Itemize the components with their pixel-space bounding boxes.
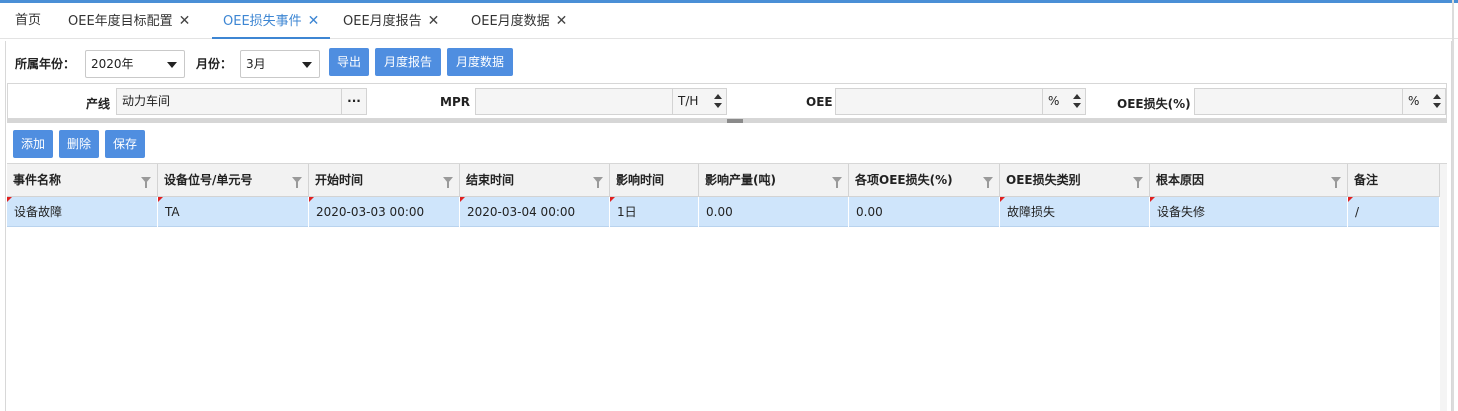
table-cell[interactable]: 故障损失 [1000, 197, 1150, 227]
tab-bar: 首页 OEE年度目标配置 ✕ OEE损失事件 ✕ OEE月度报告 ✕ OEE月度数据 ✕ [0, 3, 1458, 39]
spinner-icon[interactable] [714, 94, 722, 109]
oee-unit: % [1042, 89, 1085, 114]
table-cell[interactable]: 2020-03-04 00:00 [460, 197, 610, 227]
tab-label: OEE月度报告 [343, 14, 422, 29]
column-header[interactable]: 影响时间 [610, 164, 699, 197]
tab-label: OEE月度数据 [471, 14, 550, 29]
oee-loss-field[interactable]: % [1194, 88, 1446, 115]
year-label: 所属年份： [15, 57, 76, 71]
monthly-data-button[interactable]: 月度数据 [447, 48, 513, 76]
oee-loss-label: OEE损失(%) [1117, 97, 1191, 111]
tab-label: OEE年度目标配置 [68, 14, 173, 29]
filter-icon[interactable] [983, 177, 993, 188]
changed-marker-icon [158, 197, 163, 202]
table-cell[interactable]: 设备失修 [1150, 197, 1348, 227]
changed-marker-icon [7, 197, 12, 202]
right-edge-scrollbar[interactable] [1452, 0, 1454, 411]
tab-label: 首页 [15, 13, 42, 28]
oee-loss-unit: % [1402, 89, 1445, 114]
changed-marker-icon [1150, 197, 1155, 202]
oee-field[interactable]: % [835, 88, 1086, 115]
filter-icon[interactable] [832, 177, 842, 188]
oee-unit-label: % [1048, 94, 1060, 108]
panel-splitter[interactable] [7, 119, 1447, 123]
line-field-value: 动力车间 [122, 94, 171, 108]
filter-icon[interactable] [1133, 177, 1143, 188]
changed-marker-icon [460, 197, 465, 202]
spinner-icon[interactable] [1433, 94, 1441, 109]
caret-down-icon [167, 62, 177, 68]
tab-oee-annual-target[interactable]: OEE年度目标配置 ✕ [68, 3, 190, 39]
event-form: 产线 动力车间 ··· MPR T/H OEE % OEE损失(%) % [7, 83, 1447, 119]
column-header[interactable]: 影响产量(吨) [699, 164, 849, 197]
tab-oee-monthly-data[interactable]: OEE月度数据 ✕ [471, 3, 567, 39]
mpr-label: MPR [440, 95, 470, 109]
column-header[interactable]: 备注 [1348, 164, 1440, 197]
year-select[interactable]: 2020年 [85, 50, 185, 78]
column-header[interactable]: 开始时间 [309, 164, 460, 197]
column-header[interactable]: 各项OEE损失(%) [849, 164, 1000, 197]
more-picker-icon[interactable]: ··· [341, 89, 366, 114]
grid-scrollbar[interactable] [1440, 164, 1447, 411]
month-select-value: 3月 [246, 57, 266, 71]
mpr-field[interactable]: T/H [475, 88, 727, 115]
add-button[interactable]: 添加 [13, 130, 53, 158]
filter-icon[interactable] [443, 177, 453, 188]
table-cell[interactable]: 0.00 [849, 197, 1000, 227]
tab-oee-loss-event[interactable]: OEE损失事件 ✕ [212, 3, 331, 39]
splitter-grip-icon[interactable] [727, 119, 743, 123]
grid-header: 事件名称 设备位号/单元号 开始时间 结束时间 影响时间 影响产量(吨) 各项O… [7, 164, 1440, 197]
column-header[interactable]: 结束时间 [460, 164, 610, 197]
monthly-report-button[interactable]: 月度报告 [375, 48, 441, 76]
caret-down-icon [302, 62, 312, 68]
events-grid: 事件名称 设备位号/单元号 开始时间 结束时间 影响时间 影响产量(吨) 各项O… [7, 163, 1447, 411]
mpr-unit: T/H [672, 89, 726, 114]
filter-bar: 所属年份： 2020年 月份： 3月 导出 月度报告 月度数据 [7, 44, 1447, 82]
close-icon[interactable]: ✕ [179, 13, 191, 29]
changed-marker-icon [309, 197, 314, 202]
tab-oee-monthly-report[interactable]: OEE月度报告 ✕ [343, 3, 439, 39]
filter-icon[interactable] [1331, 177, 1341, 188]
month-label: 月份： [196, 57, 233, 71]
spinner-icon[interactable] [1073, 94, 1081, 109]
table-cell[interactable]: TA [158, 197, 309, 227]
table-cell[interactable]: 设备故障 [7, 197, 158, 227]
changed-marker-icon [1348, 197, 1353, 202]
table-cell[interactable]: 0.00 [699, 197, 849, 227]
oee-loss-unit-label: % [1408, 94, 1420, 108]
tab-home[interactable]: 首页 [15, 3, 41, 39]
column-header[interactable]: 事件名称 [7, 164, 158, 197]
table-cell[interactable]: 2020-03-03 00:00 [309, 197, 460, 227]
table-cell[interactable]: / [1348, 197, 1440, 227]
month-select[interactable]: 3月 [240, 50, 320, 78]
filter-icon[interactable] [593, 177, 603, 188]
column-header[interactable]: 根本原因 [1150, 164, 1348, 197]
save-button[interactable]: 保存 [105, 130, 145, 158]
close-icon[interactable]: ✕ [556, 13, 568, 29]
mpr-unit-label: T/H [678, 94, 699, 108]
close-icon[interactable]: ✕ [308, 13, 320, 29]
oee-label: OEE [806, 95, 833, 109]
year-select-value: 2020年 [91, 57, 134, 71]
table-row[interactable]: 设备故障 TA 2020-03-03 00:00 2020-03-04 00:0… [7, 197, 1440, 227]
delete-button[interactable]: 删除 [59, 130, 99, 158]
table-cell[interactable]: 1日 [610, 197, 699, 227]
close-icon[interactable]: ✕ [428, 13, 440, 29]
export-button[interactable]: 导出 [329, 48, 369, 76]
changed-marker-icon [1000, 197, 1005, 202]
tab-label: OEE损失事件 [223, 14, 302, 29]
filter-icon[interactable] [292, 177, 302, 188]
column-header[interactable]: OEE损失类别 [1000, 164, 1150, 197]
line-field[interactable]: 动力车间 ··· [116, 88, 367, 115]
line-label: 产线 [86, 97, 111, 111]
changed-marker-icon [610, 197, 615, 202]
grid-toolbar: 添加 删除 保存 [7, 126, 1447, 162]
column-header[interactable]: 设备位号/单元号 [158, 164, 309, 197]
filter-icon[interactable] [141, 177, 151, 188]
